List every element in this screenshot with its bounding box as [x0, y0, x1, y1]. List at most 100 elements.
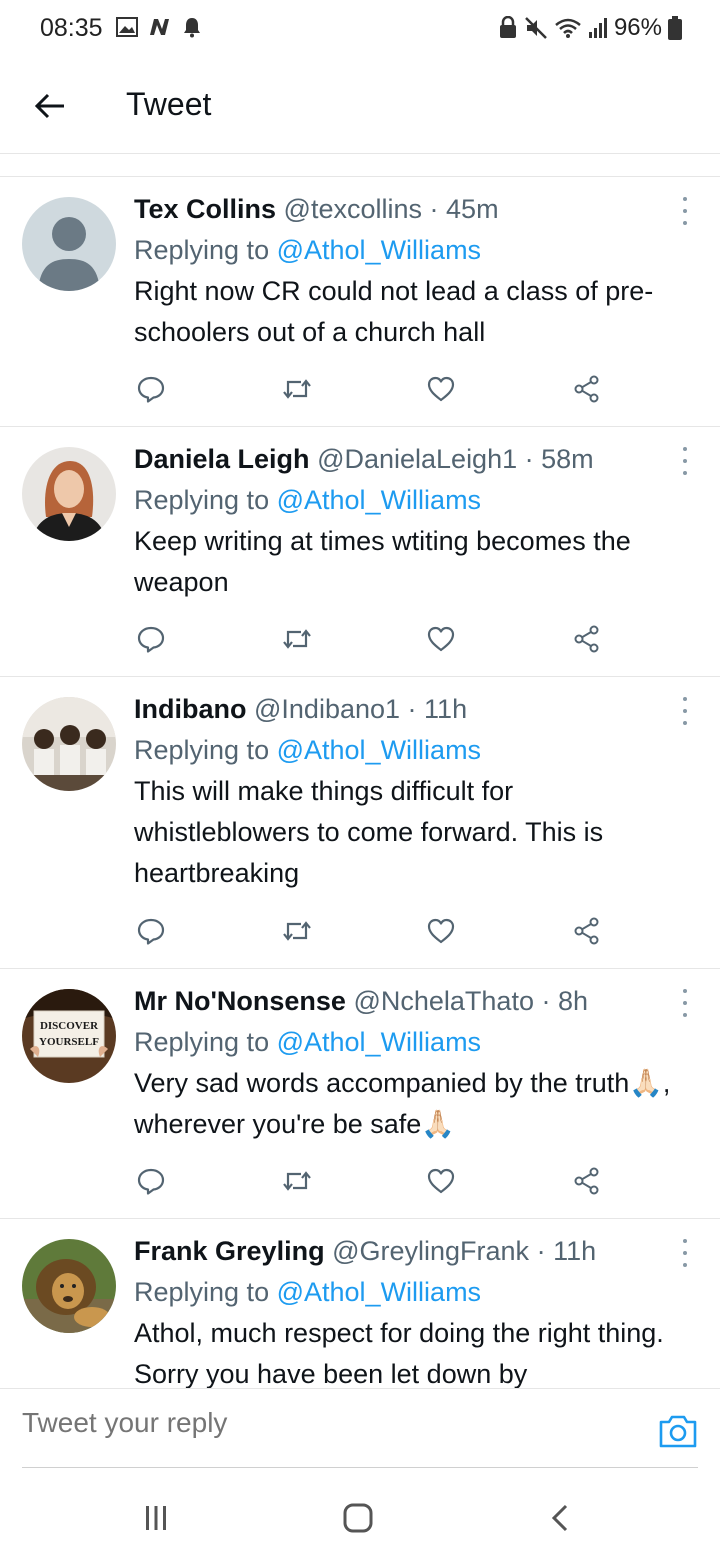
heart-icon — [427, 918, 455, 944]
notification-bell-icon — [184, 18, 200, 38]
tweet-item[interactable]: Frank Greyling @GreylingFrank · 11h Repl… — [0, 1219, 720, 1388]
reply-button[interactable] — [134, 1164, 168, 1198]
author-handle[interactable]: @DanielaLeigh1 — [317, 444, 517, 474]
camera-icon — [659, 1415, 697, 1448]
reply-button[interactable] — [134, 914, 168, 948]
tweet-actions — [134, 914, 614, 948]
divider — [22, 1467, 698, 1468]
like-button[interactable] — [424, 914, 458, 948]
tweet-time: 11h — [424, 694, 468, 724]
avatar[interactable]: DISCOVER YOURSELF — [22, 989, 116, 1083]
replying-to-link[interactable]: @Athol_Williams — [277, 735, 481, 765]
tweet-text: Keep writing at times wtiting becomes th… — [134, 526, 631, 597]
heart-icon — [427, 376, 455, 402]
camera-button[interactable] — [658, 1413, 698, 1449]
author-handle[interactable]: @GreylingFrank — [332, 1236, 529, 1266]
tweet-text: Very sad words accompanied by the truth🙏… — [134, 1068, 671, 1139]
tweet-item[interactable]: Tex Collins @texcollins · 45m Replying t… — [0, 177, 720, 427]
more-options-button[interactable] — [678, 1239, 692, 1267]
tweet-actions — [134, 372, 614, 406]
home-button[interactable] — [338, 1502, 378, 1534]
recent-apps-button[interactable] — [136, 1502, 176, 1534]
reply-button[interactable] — [134, 622, 168, 656]
avatar[interactable] — [22, 697, 116, 791]
retweet-button[interactable] — [280, 1164, 314, 1198]
replying-label: Replying to — [134, 1277, 270, 1307]
replying-label: Replying to — [134, 485, 270, 515]
recent-apps-icon — [146, 1506, 166, 1530]
retweet-icon — [283, 379, 311, 399]
retweet-button[interactable] — [280, 914, 314, 948]
like-button[interactable] — [424, 622, 458, 656]
home-icon — [343, 1503, 373, 1533]
author-name[interactable]: Indibano — [134, 694, 246, 724]
heart-icon — [427, 626, 455, 652]
share-button[interactable] — [570, 372, 604, 406]
retweet-button[interactable] — [280, 372, 314, 406]
tweet-item[interactable]: Daniela Leigh @DanielaLeigh1 · 58m Reply… — [0, 427, 720, 677]
retweet-icon — [283, 1171, 311, 1191]
more-options-button[interactable] — [678, 697, 692, 725]
status-bar: 08:35 96% — [0, 0, 720, 58]
more-options-button[interactable] — [678, 989, 692, 1017]
reply-feed[interactable]: Tex Collins @texcollins · 45m Replying t… — [0, 177, 720, 1388]
author-handle[interactable]: @NchelaThato — [353, 986, 534, 1016]
tweet-text: Right now CR could not lead a class of p… — [134, 276, 654, 347]
avatar[interactable] — [22, 1239, 116, 1333]
replying-label: Replying to — [134, 1027, 270, 1057]
replying-label: Replying to — [134, 735, 270, 765]
more-options-button[interactable] — [678, 197, 692, 225]
avatar[interactable] — [22, 447, 116, 541]
system-back-button[interactable] — [540, 1502, 580, 1534]
reply-icon — [137, 626, 165, 653]
share-icon — [574, 625, 599, 653]
status-time: 08:35 — [40, 14, 103, 42]
tweet-time: 11h — [553, 1236, 597, 1266]
app-bar: Tweet — [0, 58, 720, 154]
tweet-text: This will make things difficult for whis… — [134, 776, 604, 888]
like-button[interactable] — [424, 372, 458, 406]
share-button[interactable] — [570, 1164, 604, 1198]
author-name[interactable]: Daniela Leigh — [134, 444, 310, 474]
reply-button[interactable] — [134, 372, 168, 406]
lock-icon — [499, 16, 516, 38]
replying-to-link[interactable]: @Athol_Williams — [277, 1277, 481, 1307]
more-options-button[interactable] — [678, 447, 692, 475]
like-button[interactable] — [424, 1164, 458, 1198]
retweet-icon — [283, 921, 311, 941]
gallery-icon — [116, 17, 138, 37]
retweet-button[interactable] — [280, 622, 314, 656]
wifi-icon — [555, 18, 581, 38]
share-button[interactable] — [570, 914, 604, 948]
tweet-time: 45m — [446, 194, 499, 224]
back-button[interactable] — [28, 84, 72, 128]
replying-to-link[interactable]: @Athol_Williams — [277, 235, 481, 265]
chevron-left-icon — [551, 1504, 568, 1532]
share-icon — [574, 375, 599, 403]
tweet-actions — [134, 622, 614, 656]
reply-icon — [137, 376, 165, 403]
arrow-left-icon — [34, 93, 64, 119]
replying-label: Replying to — [134, 235, 270, 265]
retweet-icon — [283, 629, 311, 649]
reply-bar — [0, 1388, 720, 1468]
tweet-item[interactable]: Indibano @Indibano1 · 11h Replying to @A… — [0, 677, 720, 969]
tweet-text: Athol, much respect for doing the right … — [134, 1318, 664, 1388]
mute-icon — [525, 17, 547, 39]
replying-to-link[interactable]: @Athol_Williams — [277, 485, 481, 515]
avatar-text-line-1: DISCOVER — [40, 1020, 99, 1032]
system-nav-bar — [0, 1470, 720, 1560]
tweet-item[interactable]: DISCOVER YOURSELF Mr No'Nonsense @NchelaT… — [0, 969, 720, 1219]
author-name[interactable]: Frank Greyling — [134, 1236, 325, 1266]
share-button[interactable] — [570, 622, 604, 656]
reply-icon — [137, 1168, 165, 1195]
author-handle[interactable]: @Indibano1 — [254, 694, 400, 724]
page-title: Tweet — [126, 86, 212, 122]
replying-to-link[interactable]: @Athol_Williams — [277, 1027, 481, 1057]
author-name[interactable]: Mr No'Nonsense — [134, 986, 346, 1016]
avatar[interactable] — [22, 197, 116, 291]
reply-input[interactable] — [22, 1401, 622, 1445]
author-name[interactable]: Tex Collins — [134, 194, 276, 224]
reply-icon — [137, 918, 165, 945]
author-handle[interactable]: @texcollins — [284, 194, 422, 224]
